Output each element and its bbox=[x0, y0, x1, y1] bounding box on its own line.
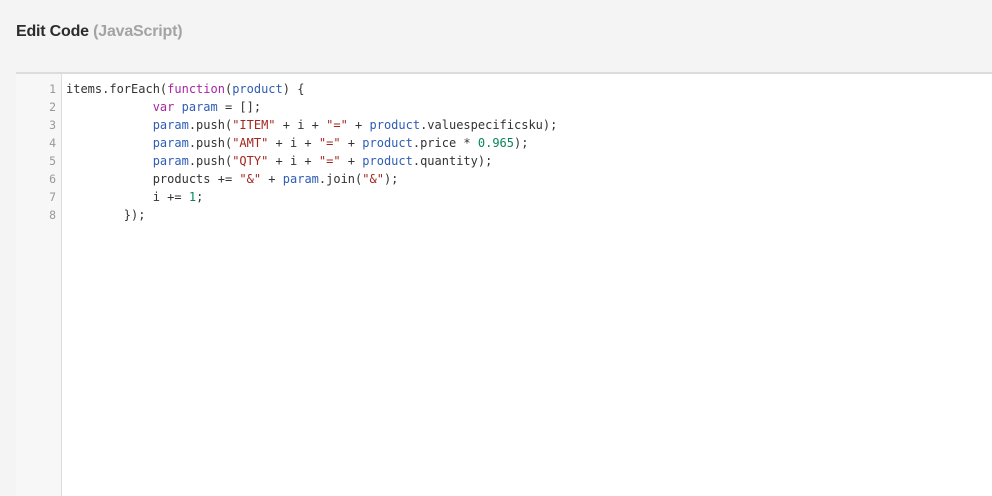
language-label: (JavaScript) bbox=[93, 23, 183, 40]
code-text: products += "&" + param.join("&"); bbox=[66, 170, 399, 188]
code-text: param.push("AMT" + i + "=" + product.pri… bbox=[66, 134, 529, 152]
code-line[interactable]: 5 param.push("QTY" + i + "=" + product.q… bbox=[16, 152, 992, 170]
code-text: items.forEach(function(product) { bbox=[66, 80, 304, 98]
code-token: "=" bbox=[326, 118, 348, 132]
code-token: + i + bbox=[268, 136, 319, 150]
code-token: param bbox=[282, 172, 319, 186]
code-token: "QTY" bbox=[232, 154, 269, 168]
code-line[interactable]: 1 items.forEach(function(product) { bbox=[16, 80, 992, 98]
code-token: + bbox=[347, 118, 370, 132]
line-number: 3 bbox=[49, 118, 56, 132]
code-text: var param = []; bbox=[66, 98, 261, 116]
title-text: Edit Code bbox=[16, 23, 89, 40]
code-token: = []; bbox=[217, 100, 262, 114]
code-token: var bbox=[152, 100, 175, 114]
dialog-header: Edit Code (JavaScript) bbox=[0, 0, 992, 72]
code-editor[interactable]: 1 items.forEach(function(product) {2 var … bbox=[16, 72, 992, 496]
code-token: .price * bbox=[412, 136, 478, 150]
code-line[interactable]: 8 }); bbox=[16, 206, 992, 224]
line-number: 1 bbox=[49, 82, 56, 96]
code-token: param bbox=[181, 100, 218, 114]
code-token: ) { bbox=[282, 82, 305, 96]
code-token: "AMT" bbox=[232, 136, 269, 150]
code-token: .push( bbox=[188, 154, 233, 168]
code-text: param.push("QTY" + i + "=" + product.qua… bbox=[66, 152, 493, 170]
code-token: product bbox=[362, 136, 413, 150]
code-line[interactable]: 2 var param = []; bbox=[16, 98, 992, 116]
line-number: 8 bbox=[49, 208, 56, 222]
code-token: product bbox=[232, 82, 283, 96]
line-number: 2 bbox=[49, 100, 56, 114]
code-token: param bbox=[152, 118, 189, 132]
code-token: items.forEach( bbox=[66, 82, 168, 96]
code-token: .quantity); bbox=[412, 154, 493, 168]
code-token: product bbox=[362, 154, 413, 168]
line-number: 5 bbox=[49, 154, 56, 168]
code-token: param bbox=[152, 154, 189, 168]
code-token: "ITEM" bbox=[232, 118, 276, 132]
code-token: }); bbox=[66, 208, 146, 222]
code-line[interactable]: 3 param.push("ITEM" + i + "=" + product.… bbox=[16, 116, 992, 134]
code-token: + i + bbox=[275, 118, 327, 132]
code-token: .valuespecificsku); bbox=[420, 118, 558, 132]
code-token: + bbox=[340, 136, 363, 150]
code-token: .push( bbox=[188, 136, 233, 150]
code-line[interactable]: 4 param.push("AMT" + i + "=" + product.p… bbox=[16, 134, 992, 152]
code-token: .join( bbox=[318, 172, 363, 186]
code-token: .push( bbox=[188, 118, 233, 132]
line-number: 7 bbox=[49, 190, 56, 204]
code-token: "&" bbox=[362, 172, 384, 186]
code-token: "&" bbox=[239, 172, 262, 186]
code-token: i += bbox=[66, 190, 189, 204]
code-text: param.push("ITEM" + i + "=" + product.va… bbox=[66, 116, 558, 134]
code-token: function bbox=[167, 82, 225, 96]
code-text: }); bbox=[66, 206, 146, 224]
code-token: param bbox=[152, 136, 189, 150]
code-token: product bbox=[369, 118, 421, 132]
code-token: 1 bbox=[188, 190, 197, 204]
code-token: ); bbox=[383, 172, 399, 186]
code-line[interactable]: 7 i += 1; bbox=[16, 188, 992, 206]
line-number: 4 bbox=[49, 136, 56, 150]
code-token: + i + bbox=[268, 154, 319, 168]
code-token: + bbox=[340, 154, 363, 168]
line-number: 6 bbox=[49, 172, 56, 186]
code-lines: 1 items.forEach(function(product) {2 var … bbox=[16, 80, 992, 224]
code-token: 0.965 bbox=[477, 136, 514, 150]
code-line[interactable]: 6 products += "&" + param.join("&"); bbox=[16, 170, 992, 188]
code-token: "=" bbox=[318, 154, 341, 168]
code-text: i += 1; bbox=[66, 188, 204, 206]
code-token: + bbox=[261, 172, 283, 186]
code-token: "=" bbox=[318, 136, 341, 150]
code-token: ); bbox=[514, 136, 529, 150]
code-token: ; bbox=[196, 190, 204, 204]
code-token: products += bbox=[66, 172, 240, 186]
page-title: Edit Code (JavaScript) bbox=[16, 23, 183, 41]
